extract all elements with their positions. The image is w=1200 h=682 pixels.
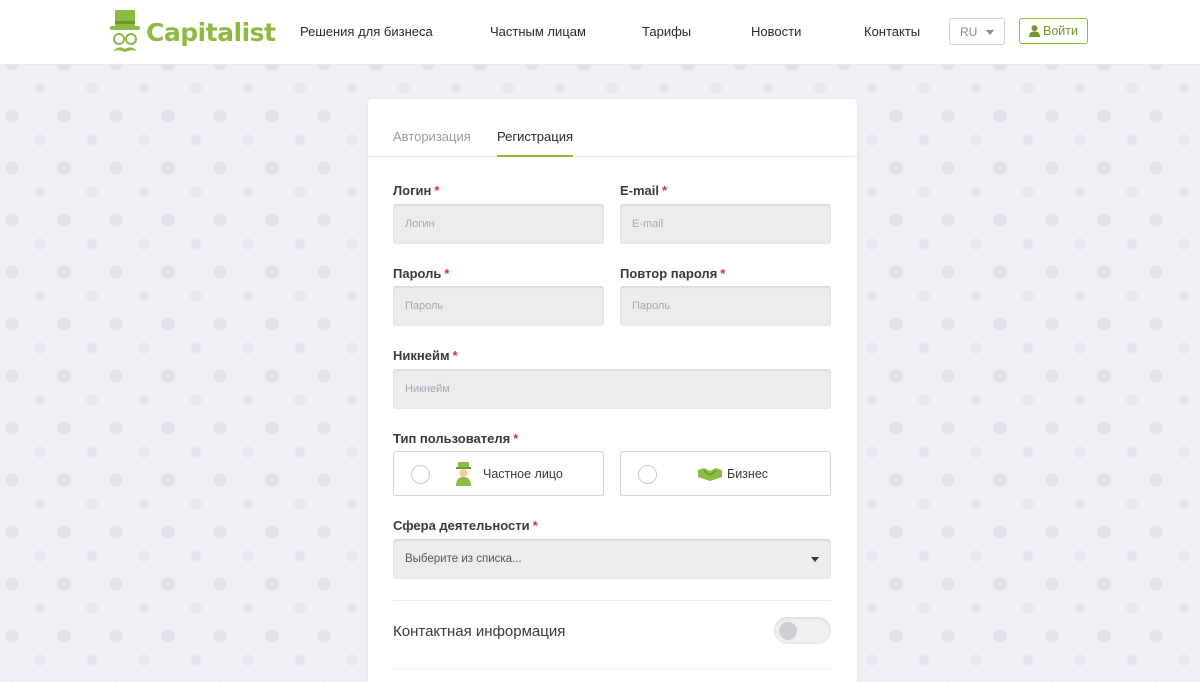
password-repeat-input[interactable] [620,286,831,326]
required-mark: * [532,518,538,533]
toggle-knob [779,622,797,640]
auth-tabs: Авторизация Регистрация [368,99,857,157]
email-label: E-mail * [620,183,667,198]
chevron-down-icon [811,557,819,562]
login-label: Логин * [393,183,439,198]
contact-info-title: Контактная информация [393,623,566,640]
required-mark: * [434,183,440,198]
required-mark: * [452,348,458,363]
registration-card: Авторизация Регистрация Логин* E-mail* П… [368,99,857,682]
email-label-text: E-mail [620,183,660,198]
password-repeat-label-text: Повтор пароля [620,266,718,281]
activity-label-text: Сфера деятельности [393,518,530,533]
tab-authorization[interactable]: Авторизация [393,129,471,155]
nickname-label-text: Никнейм [393,348,450,363]
password-label-text: Пароль [393,266,442,281]
activity-select[interactable]: Выберите из списка... [393,539,831,579]
nav-contacts[interactable]: Контакты [864,24,920,39]
user-type-business-option[interactable]: Бизнес [620,451,831,496]
brand-name: Capitalist [146,17,276,47]
user-type-business-label: Бизнес [727,467,769,481]
nav-news[interactable]: Новости [751,24,801,39]
nav-business-solutions[interactable]: Решения для бизнеса [300,24,433,39]
password-label: Пароль * [393,266,449,281]
login-button-label: Войти [1043,24,1078,38]
handshake-icon [698,467,722,486]
required-mark: * [662,183,668,198]
nav-tariffs[interactable]: Тарифы [642,24,691,39]
language-select[interactable]: RU [949,18,1005,45]
tab-registration[interactable]: Регистрация [497,129,573,157]
login-button[interactable]: Войти [1019,18,1088,44]
user-type-private-option[interactable]: Частное лицо [393,451,604,496]
top-header: Capitalist Решения для бизнеса Частным л… [0,0,1200,65]
login-label-text: Логин [393,183,432,198]
activity-select-value: Выберите из списка... [405,553,522,565]
nav-private-persons[interactable]: Частным лицам [490,24,586,39]
radio-button[interactable] [411,465,430,484]
password-input[interactable] [393,286,604,326]
required-mark: * [513,431,519,446]
activity-label: Сфера деятельности * [393,518,538,533]
email-input[interactable] [620,204,831,244]
login-input[interactable] [393,204,604,244]
divider [393,668,831,669]
user-type-label: Тип пользователя * [393,431,518,446]
language-value: RU [960,24,978,39]
nickname-label: Никнейм * [393,348,458,363]
user-type-private-label: Частное лицо [483,467,563,481]
divider [393,600,831,601]
required-mark: * [444,266,450,281]
top-hat-mustache-logo-icon [110,9,140,55]
password-repeat-label: Повтор пароля * [620,266,725,281]
contact-info-toggle[interactable] [774,617,831,644]
required-mark: * [720,266,726,281]
user-type-label-text: Тип пользователя [393,431,511,446]
chevron-down-icon [986,30,994,35]
user-icon [1029,25,1040,37]
brand-logo[interactable]: Capitalist [110,8,276,56]
radio-button[interactable] [638,465,657,484]
person-icon [455,462,472,491]
nickname-input[interactable] [393,369,831,409]
